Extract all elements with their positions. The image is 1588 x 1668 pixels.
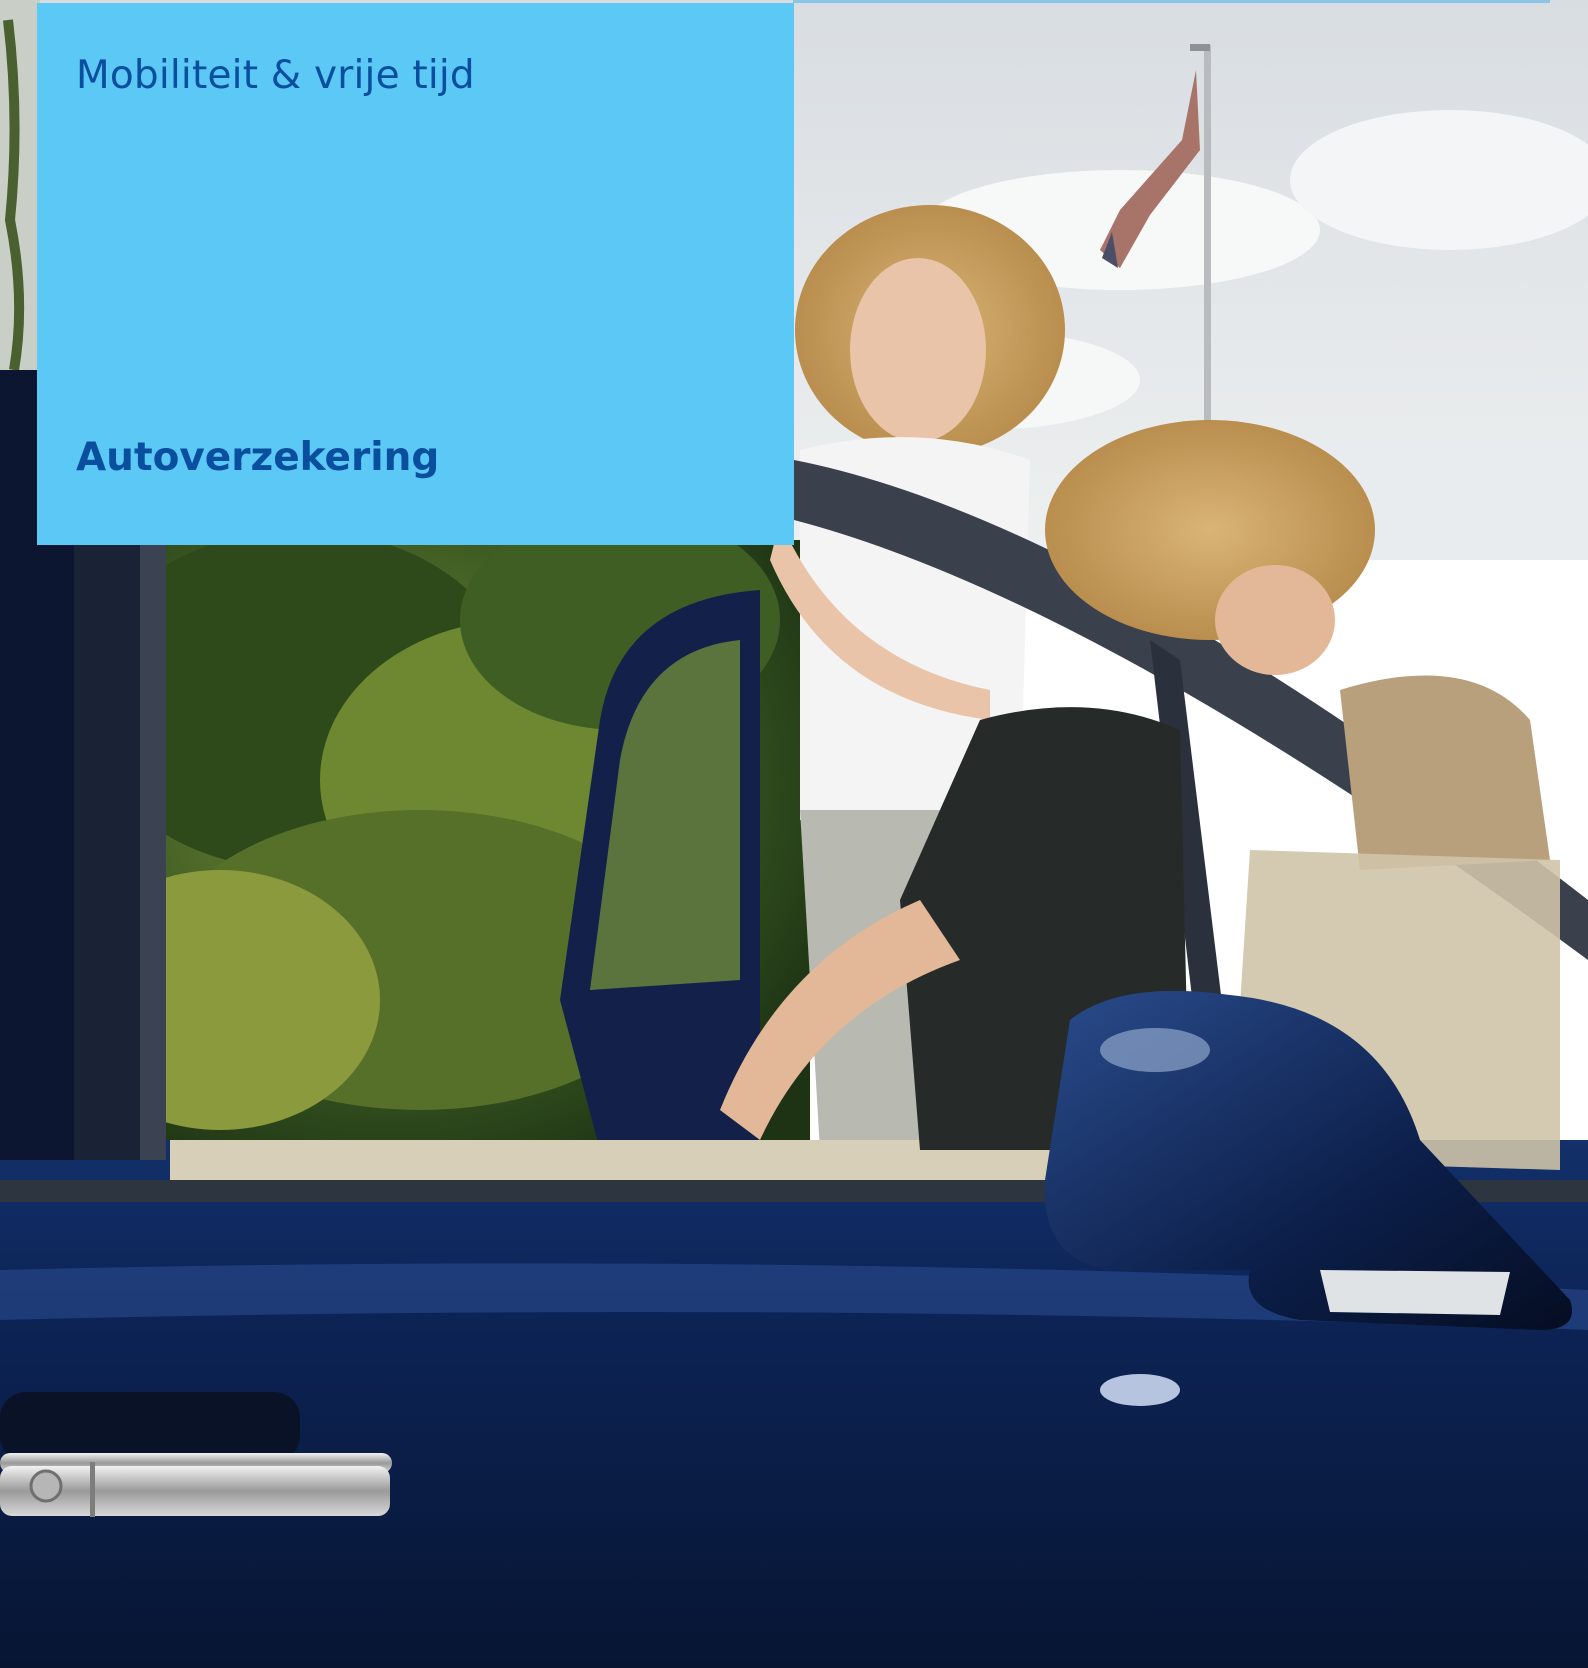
document-title: Autoverzekering [76, 435, 440, 480]
top-accent-strip [793, 0, 1550, 3]
section-title: Mobiliteit & vrije tijd [76, 53, 475, 98]
cover-title-box: Mobiliteit & vrije tijd Autoverzekering [37, 3, 794, 545]
cover-page: Mobiliteit & vrije tijd Autoverzekering [0, 0, 1588, 1668]
